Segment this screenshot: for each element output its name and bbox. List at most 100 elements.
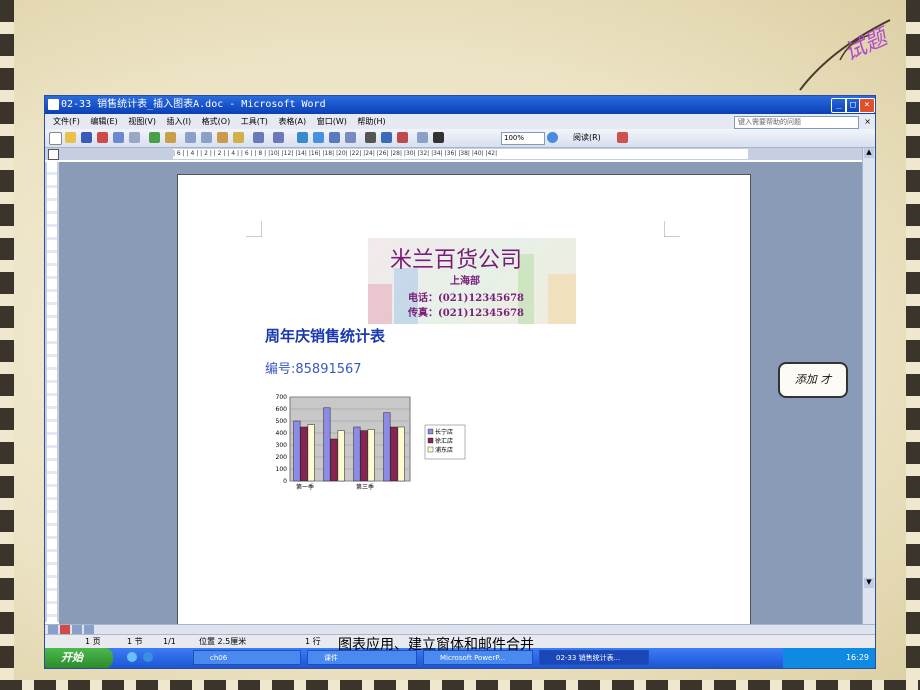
word-doc-icon: [48, 99, 59, 110]
copy-icon[interactable]: [201, 132, 212, 143]
menu-view[interactable]: 视图(V): [128, 117, 156, 126]
status-pages: 1/1: [163, 637, 176, 646]
margin-corner-tr: [664, 221, 680, 237]
bar-浦东店-第四季: [397, 426, 405, 482]
vertical-ruler[interactable]: [45, 162, 59, 622]
horizontal-ruler[interactable]: | 6 | | 4 | | 2 | | 2 | | 4 | | 6 | | 8 …: [45, 148, 875, 160]
legend-label: 徐汇店: [435, 437, 453, 445]
research-pane-icon[interactable]: [617, 132, 628, 143]
menu-insert[interactable]: 插入(I): [167, 117, 192, 126]
zoom-select[interactable]: 100%: [501, 132, 545, 145]
menu-table[interactable]: 表格(A): [278, 117, 306, 126]
bottom-border: [0, 680, 920, 690]
menu-close-doc[interactable]: ×: [864, 114, 871, 129]
bar-长宁店-第四季: [383, 412, 391, 482]
status-section: 1 节: [127, 637, 143, 646]
company-branch: 上海部: [450, 276, 480, 287]
columns-icon[interactable]: [365, 132, 376, 143]
task-word-doc[interactable]: 02-33 销售统计表...: [539, 650, 649, 665]
menu-bar: 文件(F) 编辑(E) 视图(V) 插入(I) 格式(O) 工具(T) 表格(A…: [45, 114, 875, 129]
chart-icon[interactable]: [381, 132, 392, 143]
permission-icon[interactable]: [97, 132, 108, 143]
undo-icon[interactable]: [253, 132, 264, 143]
drawing-icon[interactable]: [397, 132, 408, 143]
document-map-icon[interactable]: [417, 132, 428, 143]
slide-sticker: 添加 才: [778, 362, 848, 398]
tables-borders-icon[interactable]: [313, 132, 324, 143]
task-ch06[interactable]: ch06: [193, 650, 301, 665]
standard-toolbar: 100% 阅读(R): [45, 129, 875, 148]
system-tray: 16:29: [783, 648, 875, 668]
format-painter-icon[interactable]: [233, 132, 244, 143]
bar-浦东店-第三季: [367, 429, 375, 482]
print-preview-icon[interactable]: [129, 132, 140, 143]
new-icon[interactable]: [49, 132, 62, 145]
bar-长宁店-第三季: [353, 426, 361, 482]
tab-selector-icon[interactable]: [48, 149, 59, 160]
y-tick-label: 300: [276, 442, 288, 449]
word-window: 02-33 销售统计表_插入图表A.doc - Microsoft Word _…: [45, 96, 875, 668]
status-page: 1 页: [85, 637, 101, 646]
left-border: [0, 0, 14, 690]
ie-icon[interactable]: [143, 652, 153, 662]
y-tick-label: 200: [276, 454, 288, 461]
close-button[interactable]: ×: [859, 98, 875, 113]
svg-text:试题: 试题: [840, 23, 894, 66]
company-name: 米兰百货公司: [390, 248, 523, 273]
open-icon[interactable]: [65, 132, 76, 143]
paste-icon[interactable]: [217, 132, 228, 143]
vertical-scrollbar[interactable]: ▲ ▼: [862, 148, 875, 624]
legend-swatch: [427, 446, 434, 453]
title-bar: 02-33 销售统计表_插入图表A.doc - Microsoft Word _…: [45, 96, 875, 114]
research-icon[interactable]: [165, 132, 176, 143]
quicklaunch-icon[interactable]: [127, 652, 137, 662]
menu-file[interactable]: 文件(F): [53, 117, 80, 126]
show-hide-icon[interactable]: [433, 132, 444, 143]
slide-caption: 图表应用、建立窗体和邮件合并: [338, 637, 534, 653]
y-tick-label: 600: [276, 406, 288, 413]
bar-长宁店-第二季: [323, 407, 331, 482]
window-title: 02-33 销售统计表_插入图表A.doc - Microsoft Word: [61, 99, 326, 110]
ruler-scale: | 6 | | 4 | | 2 | | 2 | | 4 | | 6 | | 8 …: [173, 149, 748, 159]
company-phone: 电话：(021)12345678: [408, 293, 525, 304]
bar-徐汇店-第一季: [300, 426, 308, 482]
print-icon[interactable]: [113, 132, 124, 143]
legend-swatch: [427, 428, 434, 435]
menu-help[interactable]: 帮助(H): [357, 117, 385, 126]
y-tick-label: 0: [283, 478, 287, 485]
insert-table-icon[interactable]: [329, 132, 340, 143]
scroll-up-icon[interactable]: ▲: [864, 148, 874, 158]
document-number: 编号:85891567: [265, 362, 362, 377]
decoration-branch-icon: 试题: [799, 19, 895, 91]
x-tick-label: 第三季: [356, 483, 374, 491]
y-tick-label: 500: [276, 418, 288, 425]
bar-徐汇店-第三季: [360, 430, 368, 482]
x-tick-label: 第一季: [296, 483, 314, 491]
insert-excel-icon[interactable]: [345, 132, 356, 143]
hyperlink-icon[interactable]: [297, 132, 308, 143]
y-tick-label: 100: [276, 466, 288, 473]
sales-bar-chart[interactable]: 700 600 500 400 300 200 100 0 第一季 第三季 长宁店徐汇店浦东店: [268, 393, 468, 493]
status-position: 位置 2.5厘米: [199, 637, 247, 646]
menu-format[interactable]: 格式(O): [202, 117, 231, 126]
help-search-input[interactable]: 键入需要帮助的问题: [734, 116, 859, 129]
menu-tools[interactable]: 工具(T): [241, 117, 268, 126]
cut-icon[interactable]: [185, 132, 196, 143]
save-icon[interactable]: [81, 132, 92, 143]
y-tick-label: 400: [276, 430, 288, 437]
bar-浦东店-第二季: [337, 430, 345, 482]
bar-徐汇店-第四季: [390, 426, 398, 482]
bar-长宁店-第一季: [293, 420, 301, 482]
scroll-down-icon[interactable]: ▼: [864, 578, 874, 588]
menu-edit[interactable]: 编辑(E): [90, 117, 117, 126]
menu-window[interactable]: 窗口(W): [317, 117, 347, 126]
redo-icon[interactable]: [273, 132, 284, 143]
bar-徐汇店-第二季: [330, 438, 338, 482]
spelling-icon[interactable]: [149, 132, 160, 143]
document-heading: 周年庆销售统计表: [265, 327, 386, 345]
bar-浦东店-第一季: [307, 424, 315, 482]
clock: 16:29: [845, 653, 869, 662]
read-button[interactable]: 阅读(R): [573, 132, 601, 143]
help-icon[interactable]: [547, 132, 558, 143]
start-button[interactable]: 开始: [45, 648, 113, 668]
